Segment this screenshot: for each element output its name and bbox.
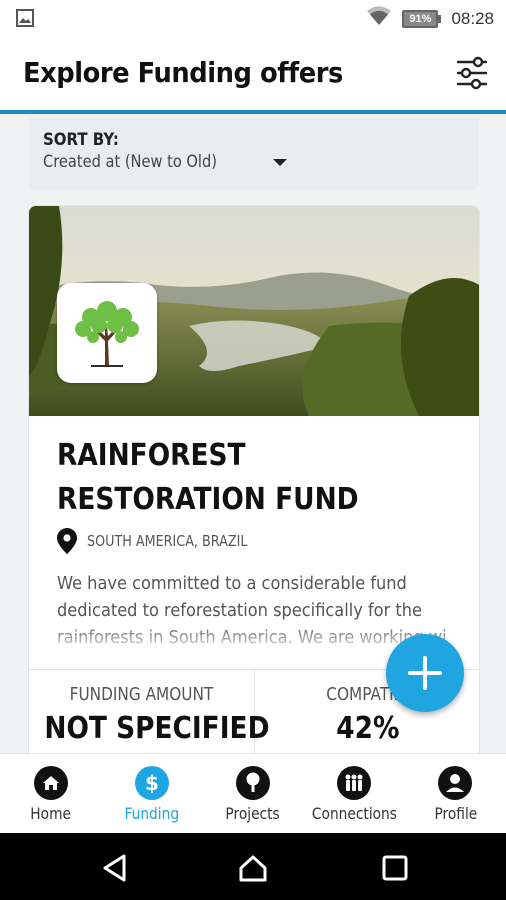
nav-label: Projects	[225, 804, 281, 823]
nav-label: Home	[30, 804, 71, 823]
nav-label: Funding	[124, 804, 180, 823]
sort-label: SORT BY:	[43, 130, 119, 150]
sliders-icon	[456, 56, 488, 90]
tree-logo-icon	[75, 301, 139, 367]
nav-label: Connections	[311, 804, 397, 823]
bottom-nav: Home $ Funding Projects Connections Prof…	[0, 753, 506, 833]
back-icon[interactable]	[100, 853, 130, 883]
svg-text:$: $	[145, 771, 159, 795]
stat-value: NOT SPECIFIED	[44, 711, 270, 746]
dollar-icon: $	[134, 766, 169, 800]
app-header: Explore Funding offers	[0, 36, 506, 114]
location-text: SOUTH AMERICA, BRAZIL	[87, 532, 248, 550]
clock: 08:28	[451, 8, 494, 28]
wifi-icon	[366, 6, 392, 31]
sort-panel: SORT BY: Created at (New to Old)	[29, 118, 479, 190]
nav-label: Profile	[434, 804, 477, 823]
nav-home[interactable]: Home	[0, 754, 101, 833]
location: SOUTH AMERICA, BRAZIL	[57, 528, 276, 554]
stat-label: FUNDING AMOUNT	[69, 684, 214, 705]
home-icon	[33, 766, 68, 800]
user-icon	[438, 766, 473, 800]
nav-funding[interactable]: $ Funding	[101, 754, 202, 833]
sort-dropdown[interactable]: Created at (New to Old)	[43, 152, 288, 172]
filter-button[interactable]	[456, 56, 488, 90]
map-pin-icon	[57, 528, 77, 554]
image-notification-icon	[16, 9, 34, 32]
caret-down-icon	[273, 158, 288, 166]
people-icon	[337, 766, 372, 800]
nav-connections[interactable]: Connections	[304, 754, 405, 833]
fund-logo	[57, 283, 157, 383]
app-screen: 91% 08:28 Explore Funding offers SORT BY…	[0, 0, 506, 900]
offer-title: RAINFOREST RESTORATION FUND	[57, 438, 359, 517]
stat-value: 42%	[335, 711, 400, 746]
nav-profile[interactable]: Profile	[405, 754, 506, 833]
battery-icon: 91%	[402, 9, 442, 28]
add-button[interactable]	[386, 634, 464, 712]
sort-value: Created at (New to Old)	[43, 152, 217, 172]
page-title: Explore Funding offers	[23, 56, 343, 89]
system-nav-bar	[0, 833, 506, 900]
plus-icon	[408, 656, 442, 690]
battery-level: 91%	[402, 9, 439, 28]
nav-projects[interactable]: Projects	[202, 754, 303, 833]
funding-amount-stat: FUNDING AMOUNT NOT SPECIFIED	[29, 684, 269, 746]
recent-apps-icon[interactable]	[380, 853, 410, 883]
home-button-icon[interactable]	[238, 853, 268, 883]
tree-icon	[236, 766, 270, 800]
status-bar: 91% 08:28	[0, 0, 506, 36]
